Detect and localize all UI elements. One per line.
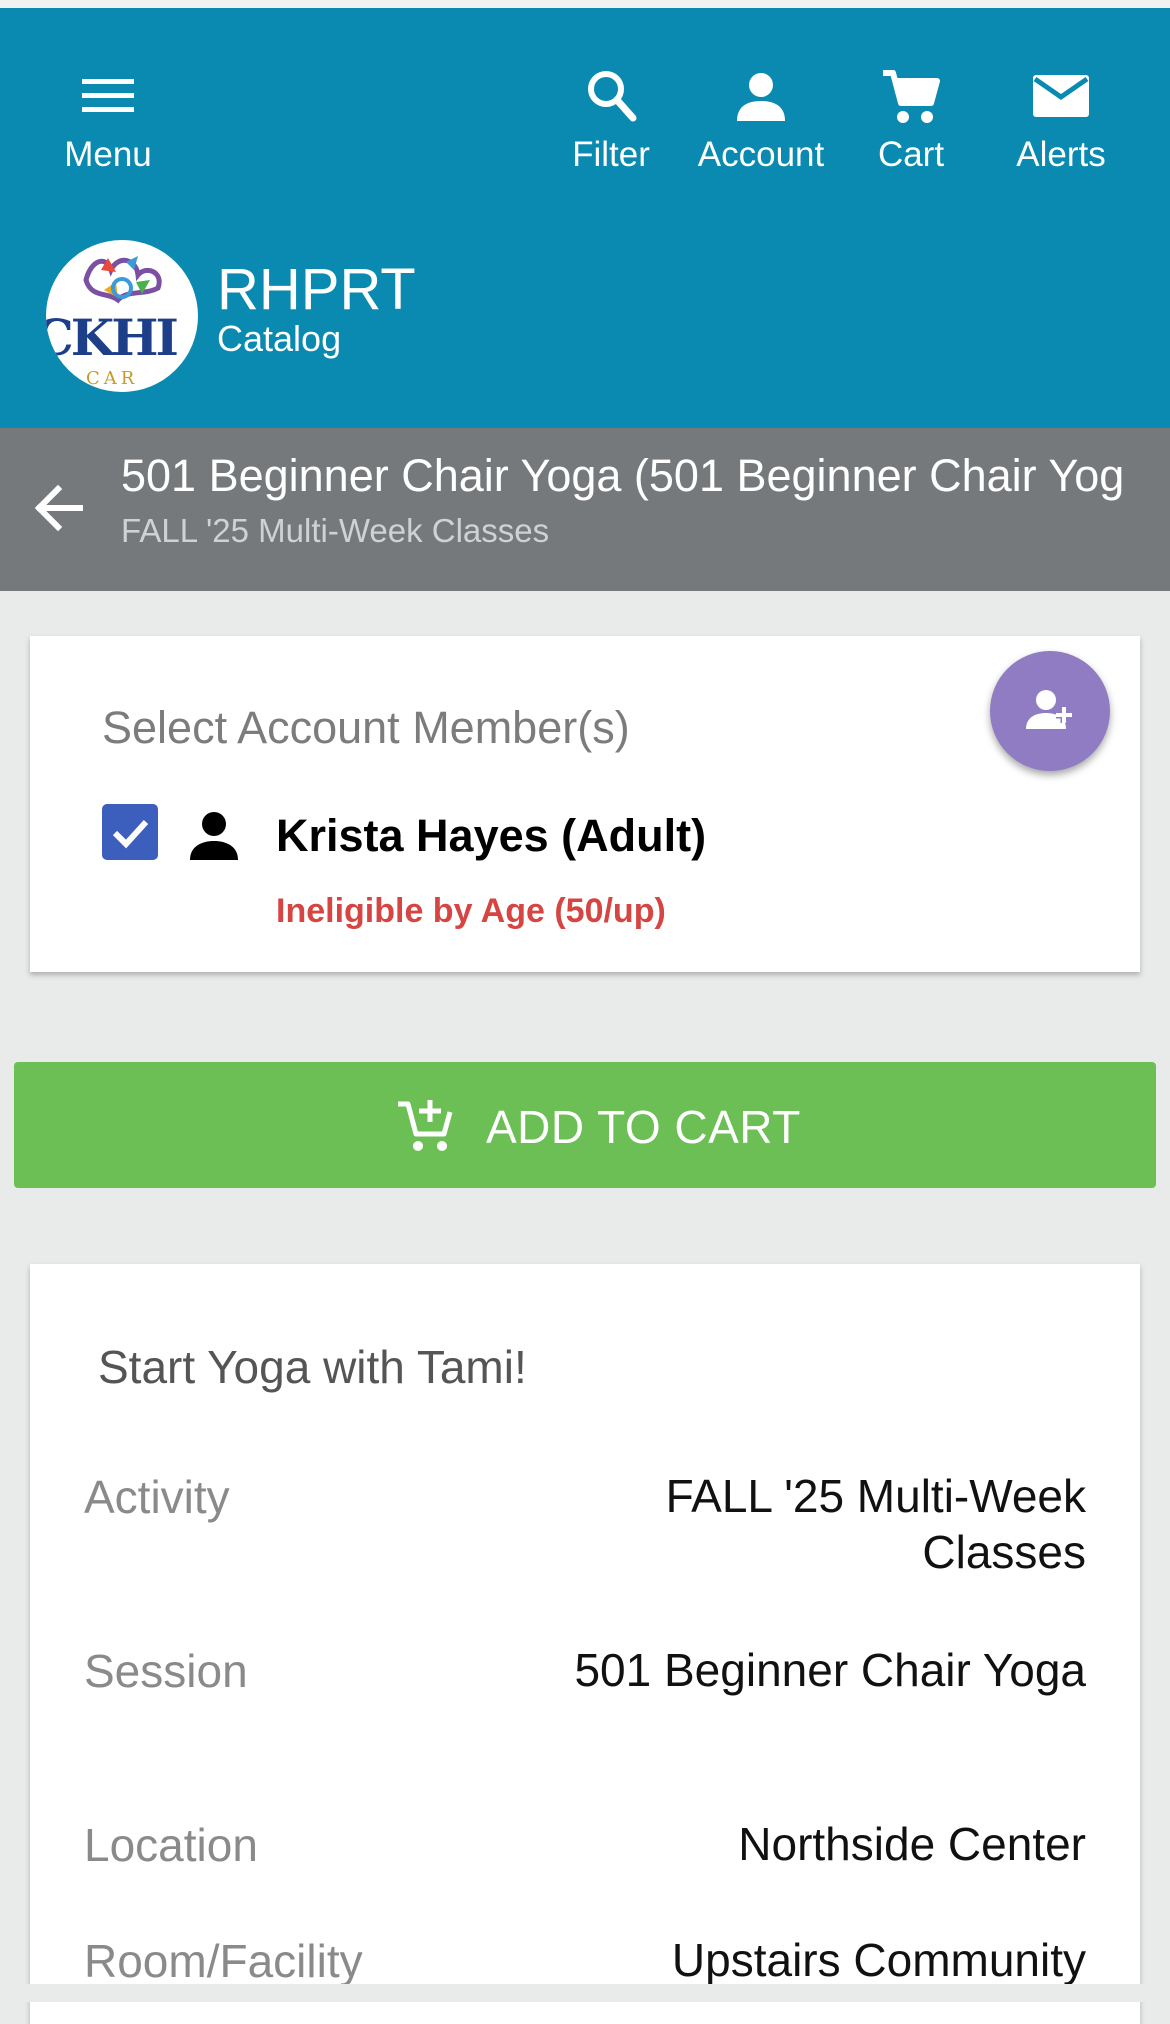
alerts-button[interactable]: Alerts [986,63,1136,175]
mail-icon [986,63,1136,129]
class-description: Start Yoga with Tami! [98,1341,527,1393]
org-name: RHPRT [217,257,416,322]
session-value: 501 Beginner Chair Yoga [574,1644,1086,1696]
cart-label: Cart [877,135,945,174]
back-arrow-icon [34,484,83,532]
room-facility-label: Room/Facility [84,1935,363,1987]
add-member-button[interactable] [990,651,1110,771]
activity-label: Activity [84,1471,230,1523]
select-members-label: Select Account Member(s) [102,702,630,753]
menu-button[interactable]: Menu [33,63,183,175]
account-label: Account [697,135,825,174]
add-cart-icon [396,1096,456,1161]
page-title: 501 Beginner Chair Yoga (501 Beginner Ch… [121,450,1125,501]
member-selection-card: Select Account Member(s) Krista Hayes (A… [30,636,1140,972]
search-icon [536,63,686,129]
section-name: Catalog [217,318,342,359]
member-eligibility-warning: Ineligible by Age (50/up) [276,892,666,930]
room-facility-value: Upstairs Community [671,1934,1086,1986]
app-header: Menu Filter Account Cart Alerts CKHI CAR… [0,8,1170,428]
cart-icon [836,63,986,129]
org-logo: CKHI CAR [46,240,198,392]
status-strip [0,0,1170,8]
class-details-card: Start Yoga with Tami! Activity FALL '25 … [30,1264,1140,2024]
page-header: 501 Beginner Chair Yoga (501 Beginner Ch… [0,428,1170,591]
logo-text: CKHI [46,308,179,367]
add-to-cart-label: ADD TO CART [486,1101,801,1153]
page-subtitle: FALL '25 Multi-Week Classes [121,512,550,549]
member-name[interactable]: Krista Hayes (Adult) [276,810,706,862]
cart-button[interactable]: Cart [836,63,986,175]
person-icon [186,808,242,869]
filter-label: Filter [572,135,650,174]
menu-icon [33,63,183,129]
location-label: Location [84,1819,258,1871]
account-icon [686,63,836,129]
session-label: Session [84,1645,248,1697]
member-checkbox[interactable] [102,804,158,860]
filter-button[interactable]: Filter [536,63,686,175]
menu-label: Menu [64,135,152,174]
logo-subtext: CAR [86,368,139,389]
add-person-icon [1026,690,1072,729]
check-icon [112,819,149,849]
add-to-cart-button[interactable]: ADD TO CART [14,1062,1156,1188]
alerts-label: Alerts [1016,135,1106,174]
back-button[interactable] [30,473,90,543]
activity-value: FALL '25 Multi-Week Classes [665,1470,1086,1578]
account-button[interactable]: Account [686,63,836,175]
bottom-edge [0,1984,1170,2002]
location-value: Northside Center [738,1818,1086,1870]
